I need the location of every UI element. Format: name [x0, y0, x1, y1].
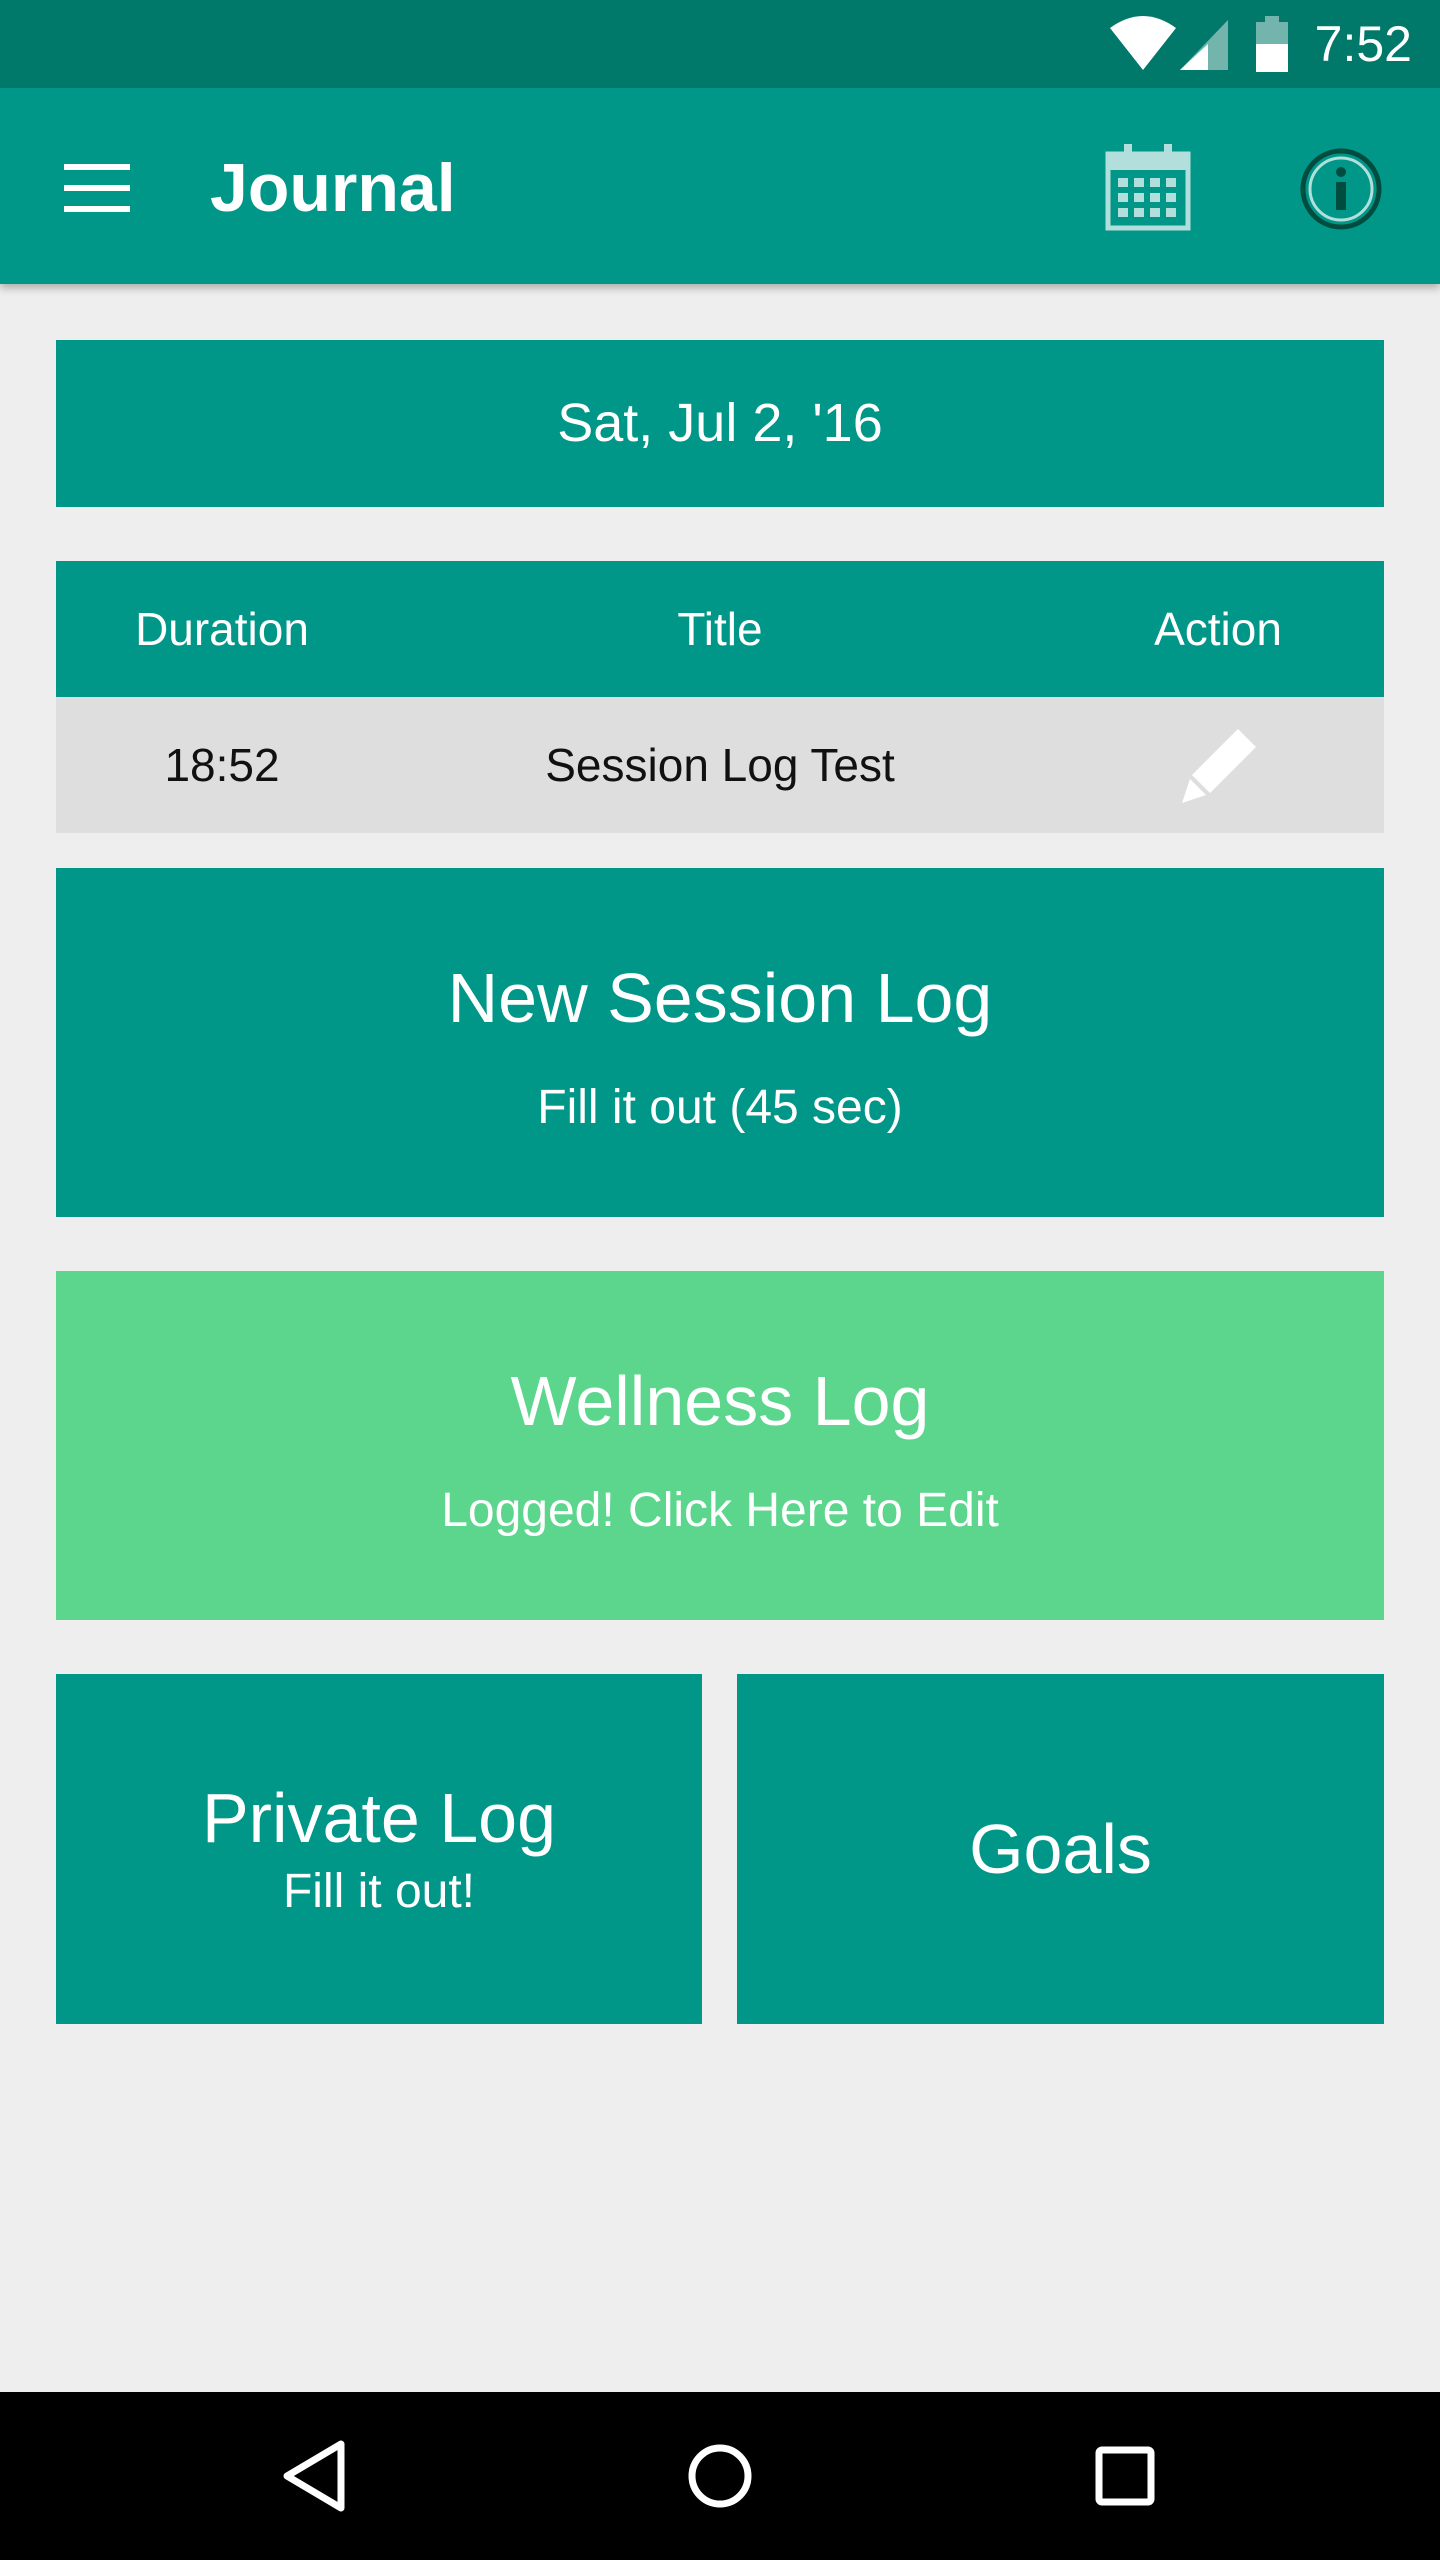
private-log-subtitle: Fill it out!	[282, 1865, 476, 1918]
calendar-icon	[1105, 144, 1191, 231]
status-bar: 7:52	[0, 0, 1440, 88]
info-button[interactable]	[1296, 144, 1386, 234]
date-selector-button[interactable]: Sat, Jul 2, '16	[56, 340, 1384, 507]
private-log-title: Private Log	[201, 1779, 557, 1857]
back-button[interactable]	[265, 2426, 365, 2526]
page-title: Journal	[210, 150, 456, 226]
goals-title: Goals	[969, 1810, 1152, 1888]
home-button[interactable]	[670, 2426, 770, 2526]
pencil-icon	[1182, 729, 1256, 803]
column-header-duration: Duration	[135, 603, 309, 655]
info-icon	[1300, 148, 1382, 230]
recents-icon	[1095, 2446, 1155, 2506]
back-icon	[283, 2440, 345, 2512]
menu-icon	[64, 164, 130, 212]
column-header-title: Title	[677, 603, 763, 655]
calendar-button[interactable]	[1100, 138, 1196, 234]
column-header-action: Action	[1154, 603, 1282, 655]
new-session-subtitle: Fill it out (45 sec)	[537, 1081, 903, 1134]
session-duration: 18:52	[164, 739, 280, 791]
battery-icon	[1256, 16, 1288, 72]
app-bar: Journal	[0, 88, 1440, 284]
session-table-header: Duration Title Action	[56, 561, 1384, 697]
new-session-title: New Session Log	[447, 959, 993, 1037]
menu-button[interactable]	[56, 150, 140, 226]
wifi-icon	[1110, 16, 1176, 70]
wellness-subtitle: Logged! Click Here to Edit	[441, 1484, 999, 1537]
session-title: Session Log Test	[545, 739, 895, 791]
recents-button[interactable]	[1075, 2426, 1175, 2526]
cell-signal-icon	[1180, 20, 1228, 70]
private-log-button[interactable]: Private Log Fill it out!	[56, 1674, 702, 2024]
wellness-title: Wellness Log	[510, 1362, 930, 1440]
new-session-log-button[interactable]: New Session Log Fill it out (45 sec)	[56, 868, 1384, 1217]
goals-button[interactable]: Goals	[737, 1674, 1384, 2024]
home-icon	[688, 2444, 752, 2508]
edit-session-button[interactable]	[1052, 697, 1384, 833]
wellness-log-button[interactable]: Wellness Log Logged! Click Here to Edit	[56, 1271, 1384, 1620]
status-time: 7:52	[1314, 16, 1412, 72]
navigation-bar	[0, 2392, 1440, 2560]
table-row: 18:52 Session Log Test	[56, 697, 1384, 833]
